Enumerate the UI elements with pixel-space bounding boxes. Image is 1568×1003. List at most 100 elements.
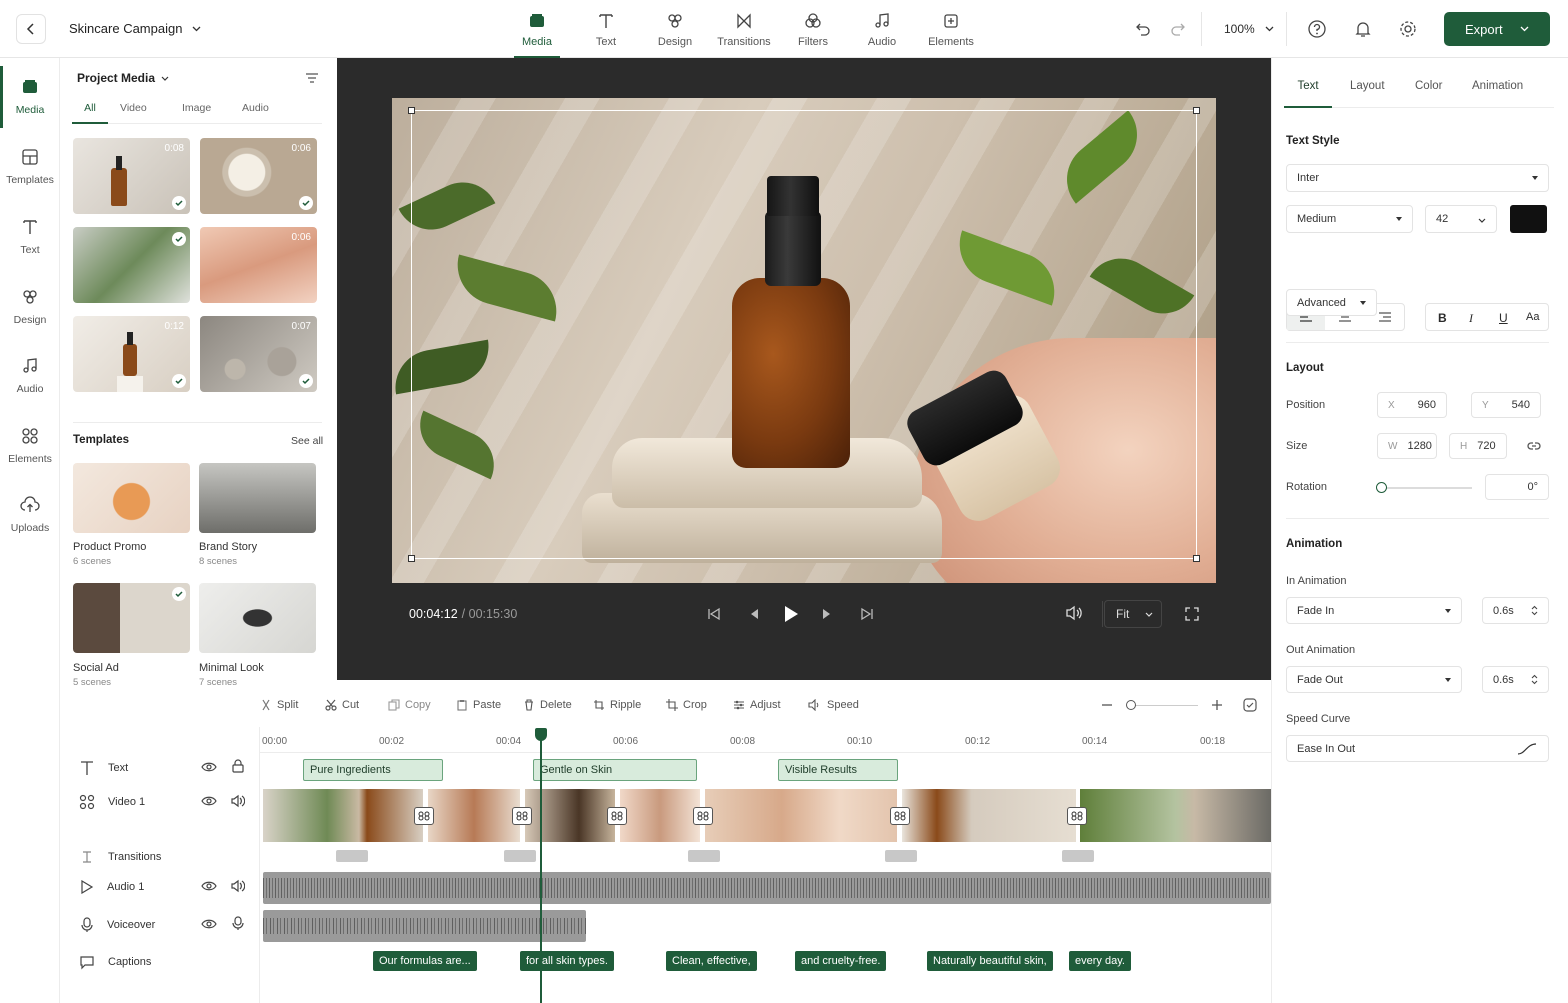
underline-button[interactable]: U xyxy=(1499,311,1508,325)
transition-marker[interactable] xyxy=(688,850,720,862)
timeline-zoom-track[interactable] xyxy=(1130,705,1198,706)
delete-button[interactable]: Delete xyxy=(523,699,572,711)
tab-elements[interactable]: Elements xyxy=(916,12,986,48)
tab-transitions[interactable]: Transitions xyxy=(709,12,779,48)
time-ruler[interactable]: 00:00 00:02 00:04 00:06 00:08 00:10 00:1… xyxy=(260,727,1271,753)
speed-curve-select[interactable]: Ease In Out xyxy=(1286,735,1549,762)
ripple-button[interactable]: Ripple xyxy=(593,699,641,711)
case-button[interactable]: Aa xyxy=(1526,311,1539,323)
text-clip[interactable]: Gentle on Skin xyxy=(533,759,697,781)
lock-icon[interactable] xyxy=(232,759,244,773)
video-clip[interactable] xyxy=(902,789,1076,842)
media-thumb[interactable] xyxy=(73,227,190,303)
tab-text[interactable]: Text xyxy=(1284,80,1332,108)
rotation-input[interactable]: 0° xyxy=(1485,474,1549,500)
template-thumb[interactable] xyxy=(199,463,316,533)
media-thumb[interactable]: 0:07 xyxy=(200,316,317,392)
media-thumb[interactable]: 0:06 xyxy=(200,138,317,214)
volume-icon[interactable] xyxy=(1065,605,1083,621)
resize-handle[interactable] xyxy=(1193,107,1200,114)
cut-button[interactable]: Cut xyxy=(325,699,359,711)
caption-clip[interactable]: Clean, effective, xyxy=(666,951,757,971)
volume-icon[interactable] xyxy=(231,794,245,808)
out-animation-select[interactable]: Fade Out xyxy=(1286,666,1462,693)
tab-animation[interactable]: Animation xyxy=(1472,80,1523,92)
fit-timeline-icon[interactable] xyxy=(1243,698,1257,712)
rail-item-text[interactable]: Text xyxy=(0,218,60,256)
italic-button[interactable]: I xyxy=(1469,311,1473,326)
video-clip[interactable] xyxy=(620,789,700,842)
transition-marker[interactable] xyxy=(1062,850,1094,862)
copy-button[interactable]: Copy xyxy=(388,699,431,711)
see-all-link[interactable]: See all xyxy=(291,435,323,447)
track-video[interactable]: Video 1 xyxy=(60,792,260,812)
help-icon[interactable] xyxy=(1307,19,1327,39)
text-clip[interactable]: Visible Results xyxy=(778,759,898,781)
width-input[interactable]: W 1280 xyxy=(1377,433,1437,459)
rail-item-design[interactable]: Design xyxy=(0,288,60,326)
tab-design[interactable]: Design xyxy=(640,12,710,48)
rotation-slider-handle[interactable] xyxy=(1376,482,1387,493)
speed-button[interactable]: Speed xyxy=(808,699,859,711)
tab-audio[interactable]: Audio xyxy=(242,102,269,114)
project-name-dropdown[interactable]: Skincare Campaign xyxy=(69,21,201,36)
tab-image[interactable]: Image xyxy=(182,102,211,114)
bell-icon[interactable] xyxy=(1353,19,1373,39)
media-thumb[interactable]: 0:06 xyxy=(200,227,317,303)
tab-audio[interactable]: Audio xyxy=(847,12,917,48)
rail-item-uploads[interactable]: Uploads xyxy=(0,496,60,534)
media-thumb[interactable]: 0:08 xyxy=(73,138,190,214)
bold-button[interactable]: B xyxy=(1438,311,1447,325)
caption-clip[interactable]: for all skin types. xyxy=(520,951,614,971)
tab-video[interactable]: Video xyxy=(120,102,147,114)
chevron-down-icon[interactable] xyxy=(1520,26,1529,32)
track-audio[interactable]: Audio 1 xyxy=(60,877,260,897)
template-thumb[interactable] xyxy=(199,583,316,653)
resize-handle[interactable] xyxy=(1193,555,1200,562)
eye-icon[interactable] xyxy=(201,795,217,807)
stepper-icon[interactable] xyxy=(1531,605,1538,616)
template-thumb[interactable] xyxy=(73,463,190,533)
previous-frame-icon[interactable] xyxy=(746,607,760,621)
font-select[interactable]: Inter xyxy=(1286,164,1549,192)
eye-icon[interactable] xyxy=(201,880,217,892)
rail-item-templates[interactable]: Templates xyxy=(0,148,60,186)
height-input[interactable]: H 720 xyxy=(1449,433,1507,459)
resize-handle[interactable] xyxy=(408,555,415,562)
tab-text[interactable]: Text xyxy=(571,12,641,48)
skip-to-start-icon[interactable] xyxy=(707,607,721,621)
transition-marker[interactable] xyxy=(336,850,368,862)
settings-gear-icon[interactable] xyxy=(1398,19,1418,39)
timeline-zoom-handle[interactable] xyxy=(1126,700,1136,710)
fit-dropdown[interactable]: Fit xyxy=(1104,600,1162,628)
video-clip[interactable] xyxy=(428,789,520,842)
playhead-handle[interactable] xyxy=(535,728,547,741)
zoom-out-icon[interactable] xyxy=(1102,704,1112,706)
tab-color[interactable]: Color xyxy=(1415,80,1442,92)
stepper-icon[interactable] xyxy=(1531,674,1538,685)
caption-clip[interactable]: Naturally beautiful skin, xyxy=(927,951,1053,971)
link-icon[interactable] xyxy=(1527,440,1541,452)
skip-to-end-icon[interactable] xyxy=(860,607,874,621)
transition-link-icon[interactable] xyxy=(512,807,532,825)
audio-waveform[interactable] xyxy=(263,872,1271,904)
transition-link-icon[interactable] xyxy=(414,807,434,825)
transition-link-icon[interactable] xyxy=(1067,807,1087,825)
position-y-input[interactable]: Y 540 xyxy=(1471,392,1541,418)
rail-item-audio[interactable]: Audio xyxy=(0,357,60,395)
rail-item-media[interactable]: Media xyxy=(0,66,60,128)
tab-layout[interactable]: Layout xyxy=(1350,80,1385,92)
paste-button[interactable]: Paste xyxy=(456,699,501,711)
font-weight-select[interactable]: Medium xyxy=(1286,205,1413,233)
font-size-select[interactable]: 42 xyxy=(1425,205,1497,233)
split-button[interactable]: Split xyxy=(260,699,298,711)
transition-link-icon[interactable] xyxy=(607,807,627,825)
template-thumb[interactable] xyxy=(73,583,190,653)
rail-item-elements[interactable]: Elements xyxy=(0,427,60,465)
project-media-dropdown[interactable]: Project Media xyxy=(77,71,169,85)
video-clip[interactable] xyxy=(705,789,897,842)
tab-all[interactable]: All xyxy=(72,102,108,124)
fullscreen-icon[interactable] xyxy=(1185,607,1199,621)
zoom-in-icon[interactable] xyxy=(1212,700,1222,710)
out-duration-stepper[interactable]: 0.6s xyxy=(1482,666,1549,693)
